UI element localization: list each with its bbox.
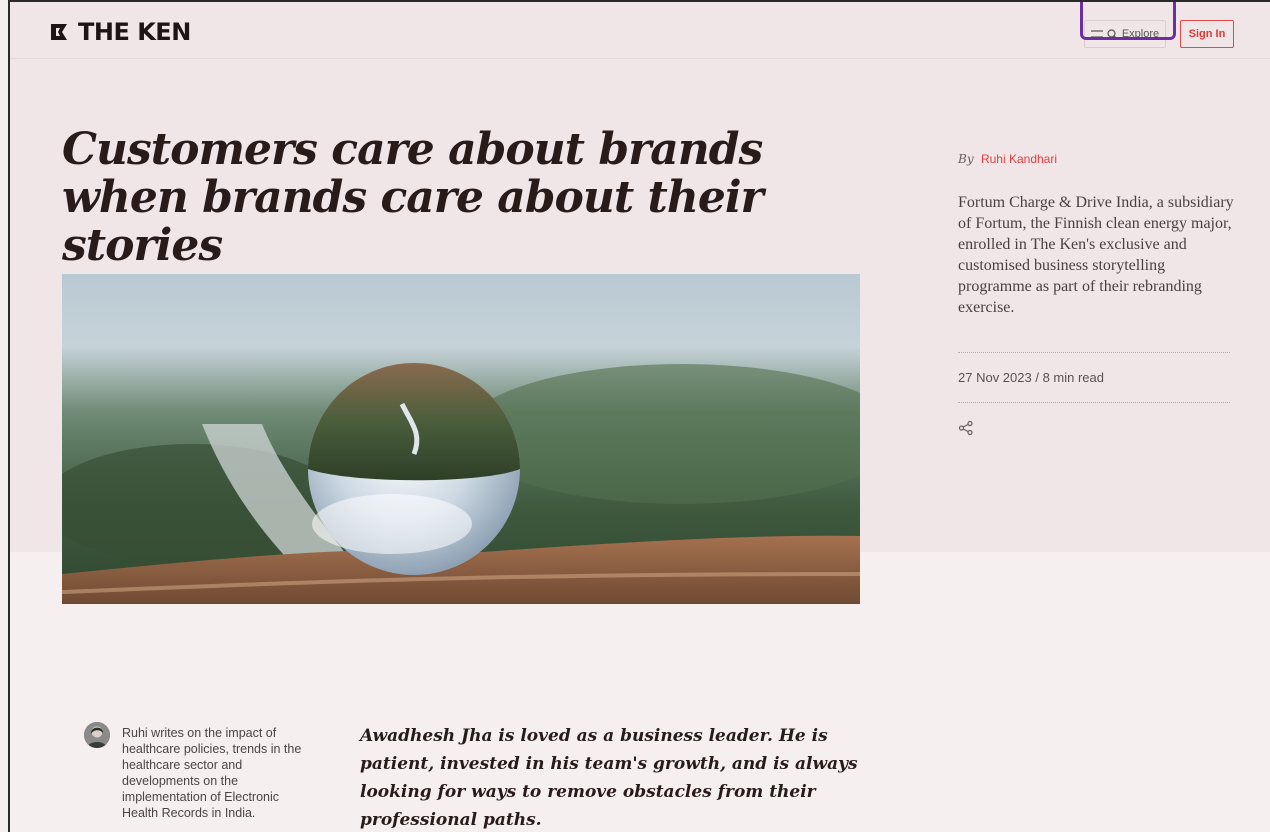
highlight-box [1080, 2, 1176, 40]
site-header: THE KEN Explore Sign In [10, 2, 1270, 59]
article-title: Customers care about brands when brands … [62, 124, 764, 271]
author-avatar[interactable] [84, 722, 110, 748]
browser-viewport: THE KEN Explore Sign In Customers care a… [8, 0, 1270, 832]
logo-text: THE KEN [78, 18, 191, 46]
divider [958, 402, 1230, 403]
author-link[interactable]: Ruhi Kandhari [981, 152, 1057, 166]
by-label: By [958, 152, 974, 166]
article-lede: Awadhesh Jha is loved as a business lead… [360, 726, 858, 830]
divider [958, 352, 1230, 353]
author-bio: Ruhi writes on the impact of healthcare … [122, 726, 302, 820]
site-logo[interactable]: THE KEN [48, 18, 191, 46]
article-meta: 27 Nov 2023 / 8 min read [958, 370, 1104, 385]
byline: By Ruhi Kandhari [958, 152, 1057, 166]
ken-logo-icon [51, 24, 67, 40]
meta-separator: / [1031, 370, 1043, 385]
read-time: 8 min read [1042, 370, 1104, 385]
article-summary: Fortum Charge & Drive India, a subsidiar… [958, 194, 1234, 316]
hero-image [62, 274, 860, 604]
sign-in-button[interactable]: Sign In [1180, 20, 1234, 48]
share-icon[interactable] [958, 420, 974, 436]
publish-date: 27 Nov 2023 [958, 370, 1032, 385]
